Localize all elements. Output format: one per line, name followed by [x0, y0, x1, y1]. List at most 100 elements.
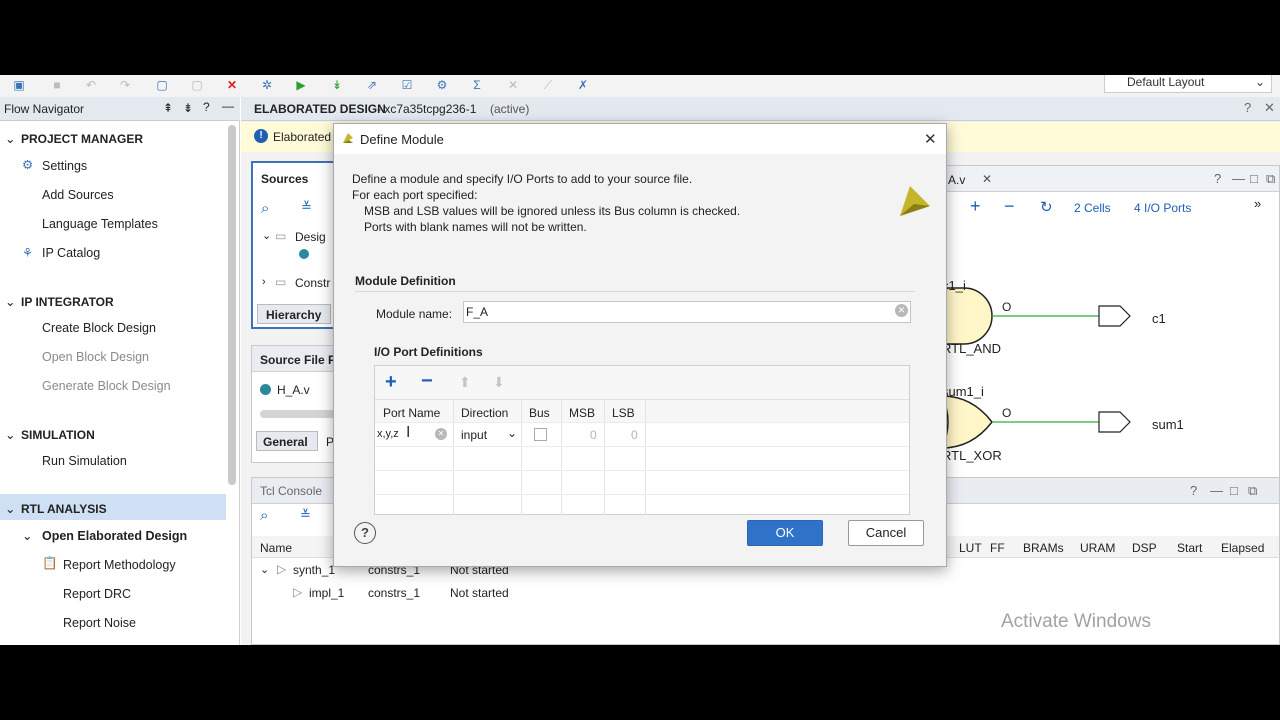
- tab-general[interactable]: General: [256, 431, 318, 451]
- more-icon[interactable]: »: [1254, 196, 1261, 211]
- paste-icon[interactable]: ▢: [190, 79, 204, 92]
- maximize-icon[interactable]: □: [1230, 483, 1238, 498]
- close-icon[interactable]: ✕: [1264, 100, 1275, 116]
- minimize-icon[interactable]: —: [222, 99, 234, 113]
- col-elapsed[interactable]: Elapsed: [1221, 541, 1264, 555]
- direction-select[interactable]: input ⌄: [461, 425, 519, 444]
- chevron-down-icon[interactable]: ⌄: [22, 528, 32, 543]
- nav-report-noise[interactable]: Report Noise: [63, 616, 136, 630]
- help-icon[interactable]: ?: [1244, 100, 1251, 115]
- help-icon[interactable]: ?: [1214, 171, 1221, 186]
- layout-dropdown[interactable]: Default Layout ⌄: [1104, 75, 1272, 93]
- msb-value[interactable]: 0: [590, 428, 597, 442]
- flow-navigator-scrollbar[interactable]: [228, 125, 236, 485]
- settings-gear-icon[interactable]: ⚙: [435, 79, 449, 92]
- open-project-icon[interactable]: ▣: [12, 79, 26, 92]
- tab-sources[interactable]: Sources: [261, 172, 308, 186]
- tab-hierarchy[interactable]: Hierarchy: [257, 304, 331, 324]
- tool1-icon[interactable]: ✕: [506, 79, 520, 92]
- col-ff[interactable]: FF: [990, 541, 1005, 555]
- chevron-down-icon[interactable]: ⌄: [5, 501, 15, 516]
- redo-icon[interactable]: ↷: [118, 79, 132, 92]
- report-icon[interactable]: ☑: [400, 79, 414, 92]
- help-icon[interactable]: ?: [203, 100, 210, 114]
- chevron-down-icon[interactable]: ⌄: [5, 427, 15, 442]
- nav-settings[interactable]: Settings: [42, 159, 87, 173]
- delete-icon[interactable]: ✕: [225, 79, 239, 92]
- collapse-icon[interactable]: ≚: [300, 507, 311, 523]
- search-icon[interactable]: ⌕: [261, 200, 269, 217]
- tool2-icon[interactable]: ⟋: [541, 79, 555, 92]
- col-dsp[interactable]: DSP: [1132, 541, 1157, 555]
- nav-run-simulation[interactable]: Run Simulation: [42, 454, 127, 468]
- col-port-name[interactable]: Port Name: [383, 406, 440, 420]
- tcl-title[interactable]: Tcl Console: [260, 484, 322, 498]
- port-name-input[interactable]: x,y,z I ✕: [376, 424, 452, 445]
- table-row[interactable]: ▷ impl_1 constrs_1 Not started: [252, 582, 1279, 604]
- search-icon[interactable]: ⌕: [260, 507, 268, 524]
- sigma-icon[interactable]: Σ: [470, 79, 484, 92]
- section-simulation[interactable]: SIMULATION: [21, 428, 95, 442]
- lsb-value[interactable]: 0: [631, 428, 638, 442]
- refresh-icon[interactable]: ↻: [1040, 198, 1053, 216]
- minimize-icon[interactable]: —: [1210, 483, 1223, 498]
- bus-checkbox[interactable]: [534, 428, 547, 441]
- undo-icon[interactable]: ↶: [84, 79, 98, 92]
- program-icon[interactable]: ↡: [330, 79, 344, 92]
- section-ip-integrator[interactable]: IP INTEGRATOR: [21, 295, 114, 309]
- chevron-down-icon[interactable]: ⌄: [262, 229, 271, 242]
- col-bus[interactable]: Bus: [529, 406, 550, 420]
- zoom-in-icon[interactable]: +: [970, 196, 981, 217]
- section-project-manager[interactable]: PROJECT MANAGER: [21, 132, 143, 146]
- col-uram[interactable]: URAM: [1080, 541, 1115, 555]
- nav-open-block-design[interactable]: Open Block Design: [42, 350, 149, 364]
- cancel-button[interactable]: Cancel: [848, 520, 924, 546]
- move-down-icon[interactable]: ⬇: [493, 374, 505, 391]
- nav-language-templates[interactable]: Language Templates: [42, 217, 158, 231]
- compile-icon[interactable]: ✲: [260, 79, 274, 92]
- help-icon[interactable]: ?: [354, 522, 376, 544]
- schematic-tab[interactable]: A.v: [948, 173, 965, 187]
- add-port-icon[interactable]: +: [385, 371, 397, 394]
- tree-design-sources[interactable]: Desig: [295, 230, 326, 244]
- nav-report-drc[interactable]: Report DRC: [63, 587, 131, 601]
- collapse-all-icon[interactable]: ⇞: [163, 101, 173, 115]
- col-lut[interactable]: LUT: [959, 541, 982, 555]
- ok-button[interactable]: OK: [747, 520, 823, 546]
- nav-ip-catalog[interactable]: IP Catalog: [42, 246, 100, 260]
- nav-create-block-design[interactable]: Create Block Design: [42, 321, 156, 335]
- tree-constraints[interactable]: Constr: [295, 276, 330, 290]
- ports-count[interactable]: 4 I/O Ports: [1134, 201, 1191, 215]
- chevron-right-icon[interactable]: ›: [262, 276, 266, 288]
- close-icon[interactable]: ✕: [982, 172, 992, 186]
- module-name-input[interactable]: F_A ✕: [463, 301, 911, 323]
- col-msb[interactable]: MSB: [569, 406, 595, 420]
- chevron-down-icon[interactable]: ⌄: [5, 131, 15, 146]
- cells-count[interactable]: 2 Cells: [1074, 201, 1111, 215]
- col-brams[interactable]: BRAMs: [1023, 541, 1064, 555]
- chevron-down-icon[interactable]: ⌄: [260, 563, 269, 576]
- table-row[interactable]: x,y,z I ✕ input ⌄ 0 0: [375, 423, 909, 446]
- col-direction[interactable]: Direction: [461, 406, 508, 420]
- clear-icon[interactable]: ✕: [895, 304, 908, 317]
- float-icon[interactable]: ⧉: [1266, 171, 1275, 187]
- properties-scrollbar[interactable]: [260, 410, 336, 418]
- col-name[interactable]: Name: [260, 541, 292, 555]
- run-icon[interactable]: ▶: [294, 79, 308, 92]
- step-icon[interactable]: ⇗: [365, 79, 379, 92]
- col-start[interactable]: Start: [1177, 541, 1202, 555]
- tool3-icon[interactable]: ✗: [576, 79, 590, 92]
- float-icon[interactable]: ⧉: [1248, 483, 1257, 499]
- section-rtl-analysis[interactable]: RTL ANALYSIS: [21, 502, 107, 516]
- clear-icon[interactable]: ✕: [435, 428, 447, 440]
- remove-port-icon[interactable]: −: [421, 370, 433, 393]
- minimize-icon[interactable]: —: [1232, 171, 1245, 186]
- copy-icon[interactable]: ▢: [155, 79, 169, 92]
- nav-generate-block-design[interactable]: Generate Block Design: [42, 379, 171, 393]
- col-lsb[interactable]: LSB: [612, 406, 635, 420]
- chevron-down-icon[interactable]: ⌄: [5, 294, 15, 309]
- nav-add-sources[interactable]: Add Sources: [42, 188, 114, 202]
- close-icon[interactable]: ✕: [924, 130, 937, 148]
- save-icon[interactable]: ■: [50, 79, 64, 92]
- nav-open-elaborated-design[interactable]: Open Elaborated Design: [42, 529, 187, 543]
